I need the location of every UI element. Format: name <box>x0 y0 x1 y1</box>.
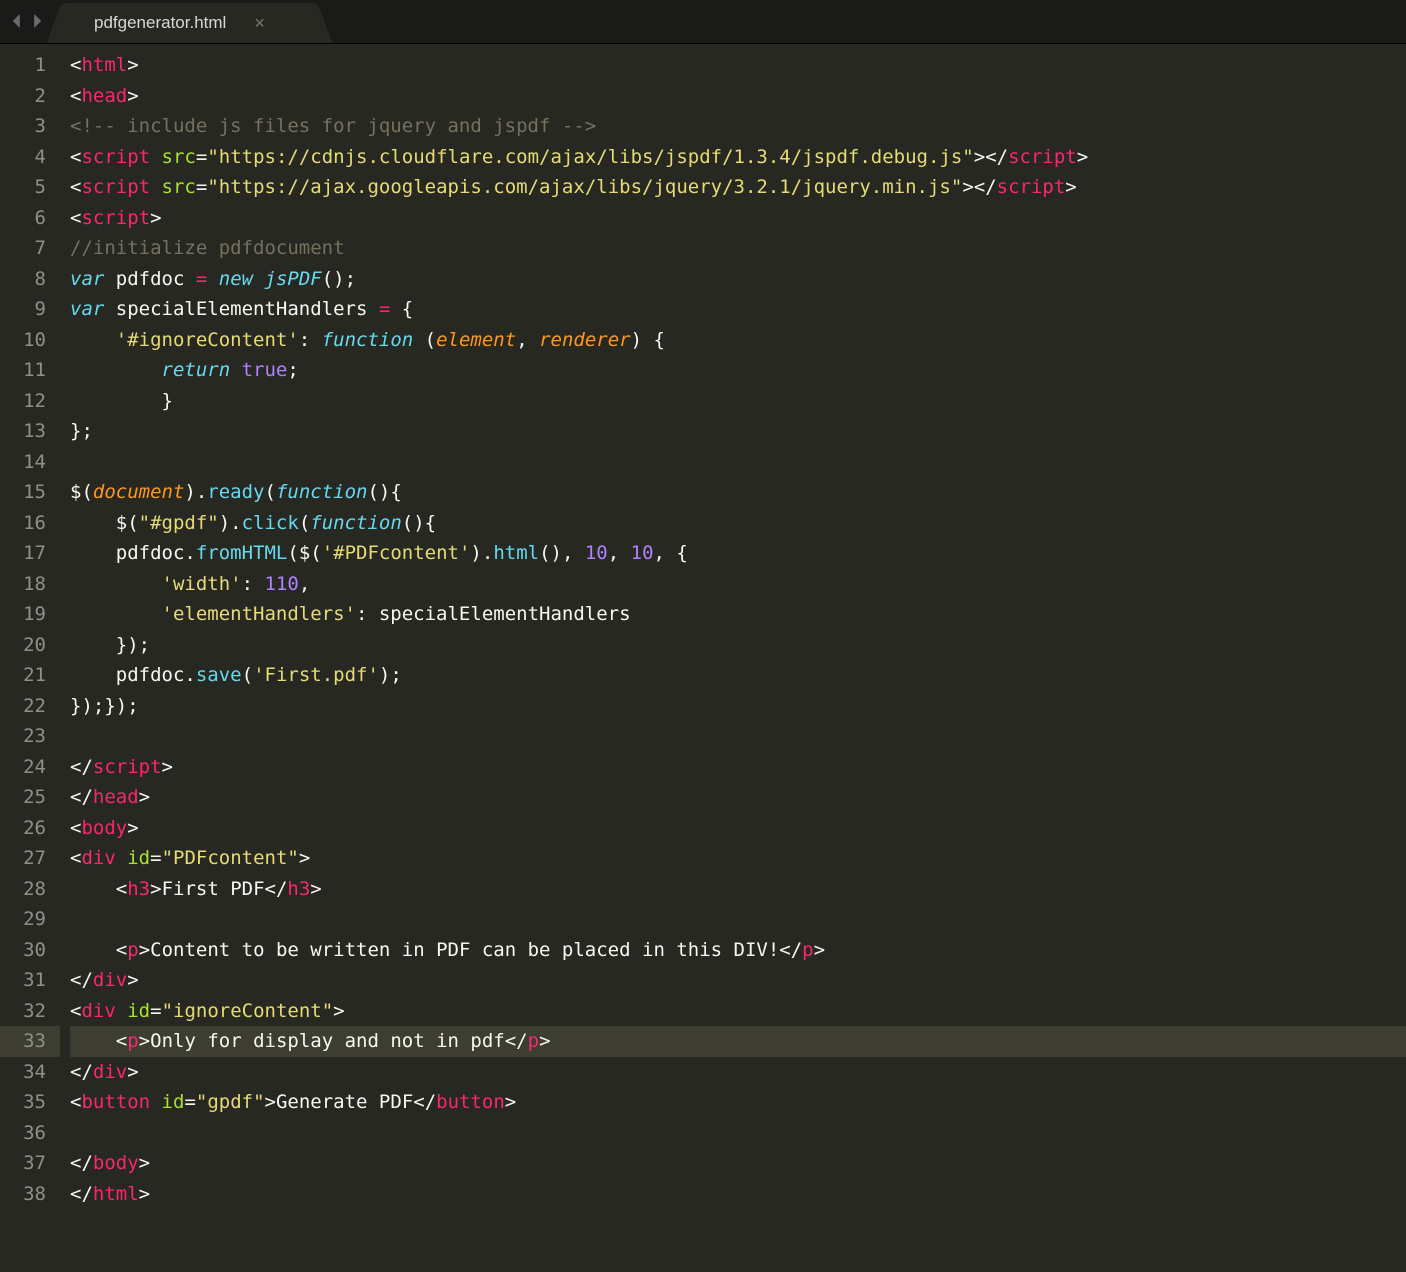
line-number: 15 <box>0 477 46 508</box>
file-tab[interactable]: pdfgenerator.html × <box>68 3 311 43</box>
line-number: 38 <box>0 1179 46 1210</box>
line-number: 36 <box>0 1118 46 1149</box>
code-line[interactable]: <body> <box>70 813 1406 844</box>
line-number: 25 <box>0 782 46 813</box>
line-number: 26 <box>0 813 46 844</box>
line-number: 27 <box>0 843 46 874</box>
code-line[interactable] <box>70 1118 1406 1149</box>
code-line[interactable]: </body> <box>70 1148 1406 1179</box>
code-line[interactable]: </div> <box>70 965 1406 996</box>
line-number: 34 <box>0 1057 46 1088</box>
line-number: 5 <box>0 172 46 203</box>
code-line[interactable]: <button id="gpdf">Generate PDF</button> <box>70 1087 1406 1118</box>
code-line[interactable]: pdfdoc.save('First.pdf'); <box>70 660 1406 691</box>
code-line[interactable]: });}); <box>70 691 1406 722</box>
line-number: 6 <box>0 203 46 234</box>
line-number: 29 <box>0 904 46 935</box>
line-number: 2 <box>0 81 46 112</box>
line-number: 33 <box>0 1026 60 1057</box>
tab-filename: pdfgenerator.html <box>94 13 226 33</box>
code-line[interactable]: 'width': 110, <box>70 569 1406 600</box>
code-line[interactable]: </html> <box>70 1179 1406 1210</box>
line-number: 22 <box>0 691 46 722</box>
line-number: 31 <box>0 965 46 996</box>
line-number: 4 <box>0 142 46 173</box>
line-number: 8 <box>0 264 46 295</box>
code-line[interactable]: $("#gpdf").click(function(){ <box>70 508 1406 539</box>
line-number: 9 <box>0 294 46 325</box>
code-line[interactable]: }); <box>70 630 1406 661</box>
nav-arrows <box>6 11 54 43</box>
line-number: 23 <box>0 721 46 752</box>
code-line[interactable]: <div id="PDFcontent"> <box>70 843 1406 874</box>
tab-close-icon[interactable]: × <box>254 14 265 32</box>
code-line[interactable]: pdfdoc.fromHTML($('#PDFcontent').html(),… <box>70 538 1406 569</box>
line-number: 7 <box>0 233 46 264</box>
line-number-gutter: 1234567891011121314151617181920212223242… <box>0 44 60 1272</box>
code-line[interactable]: 'elementHandlers': specialElementHandler… <box>70 599 1406 630</box>
line-number: 16 <box>0 508 46 539</box>
nav-forward-icon[interactable] <box>30 11 44 33</box>
line-number: 13 <box>0 416 46 447</box>
code-line[interactable]: <head> <box>70 81 1406 112</box>
code-line[interactable]: <script> <box>70 203 1406 234</box>
line-number: 12 <box>0 386 46 417</box>
line-number: 37 <box>0 1148 46 1179</box>
code-line[interactable]: }; <box>70 416 1406 447</box>
code-line[interactable]: </script> <box>70 752 1406 783</box>
code-line[interactable]: //initialize pdfdocument <box>70 233 1406 264</box>
line-number: 14 <box>0 447 46 478</box>
code-line[interactable] <box>70 447 1406 478</box>
code-line[interactable]: } <box>70 386 1406 417</box>
line-number: 1 <box>0 50 46 81</box>
title-bar: pdfgenerator.html × <box>0 0 1406 44</box>
line-number: 11 <box>0 355 46 386</box>
line-number: 17 <box>0 538 46 569</box>
line-number: 30 <box>0 935 46 966</box>
code-line[interactable]: <script src="https://ajax.googleapis.com… <box>70 172 1406 203</box>
code-line[interactable]: <html> <box>70 50 1406 81</box>
editor: 1234567891011121314151617181920212223242… <box>0 44 1406 1272</box>
code-line[interactable]: '#ignoreContent': function (element, ren… <box>70 325 1406 356</box>
nav-back-icon[interactable] <box>10 11 24 33</box>
line-number: 20 <box>0 630 46 661</box>
code-line[interactable]: <h3>First PDF</h3> <box>70 874 1406 905</box>
code-line[interactable]: <script src="https://cdnjs.cloudflare.co… <box>70 142 1406 173</box>
code-line[interactable]: var pdfdoc = new jsPDF(); <box>70 264 1406 295</box>
line-number: 19 <box>0 599 46 630</box>
line-number: 3 <box>0 111 46 142</box>
code-line[interactable]: </head> <box>70 782 1406 813</box>
line-number: 21 <box>0 660 46 691</box>
line-number: 28 <box>0 874 46 905</box>
line-number: 35 <box>0 1087 46 1118</box>
code-line[interactable]: var specialElementHandlers = { <box>70 294 1406 325</box>
code-area[interactable]: <html><head><!-- include js files for jq… <box>60 44 1406 1272</box>
code-line[interactable]: return true; <box>70 355 1406 386</box>
code-line[interactable]: <p>Content to be written in PDF can be p… <box>70 935 1406 966</box>
code-line[interactable]: </div> <box>70 1057 1406 1088</box>
code-line[interactable]: <p>Only for display and not in pdf</p> <box>70 1026 1406 1057</box>
line-number: 32 <box>0 996 46 1027</box>
line-number: 10 <box>0 325 46 356</box>
line-number: 24 <box>0 752 46 783</box>
code-line[interactable]: <!-- include js files for jquery and jsp… <box>70 111 1406 142</box>
line-number: 18 <box>0 569 46 600</box>
code-line[interactable] <box>70 904 1406 935</box>
code-line[interactable] <box>70 721 1406 752</box>
code-line[interactable]: <div id="ignoreContent"> <box>70 996 1406 1027</box>
code-line[interactable]: $(document).ready(function(){ <box>70 477 1406 508</box>
